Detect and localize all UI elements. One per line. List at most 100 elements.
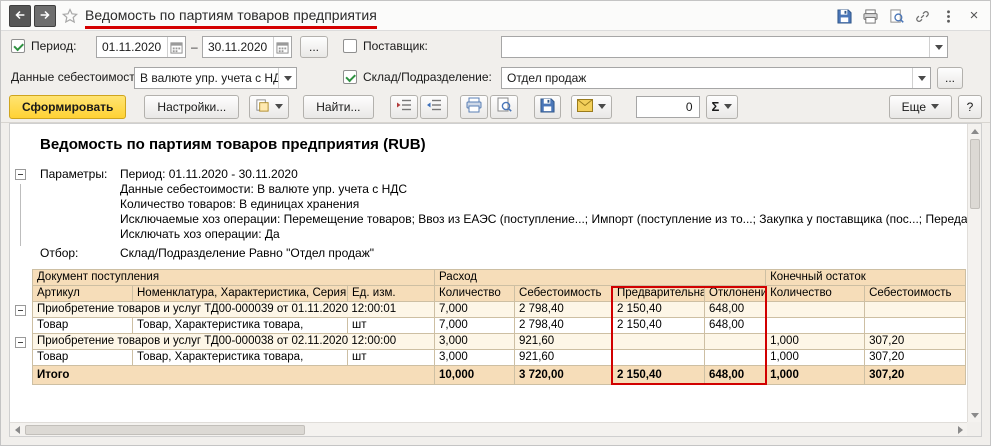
item-row[interactable]: Товар Товар, Характеристика товара, шт 3,00… [32, 349, 967, 366]
cell: 648,00 [704, 365, 767, 385]
chevron-down-icon[interactable] [929, 37, 947, 57]
cell: 1,000 [765, 365, 866, 385]
report-parameters: Параметры: Период: 01.11.2020 - 30.11.20… [40, 167, 967, 261]
warehouse-label: Склад/Подразделение: [363, 70, 492, 84]
cell [864, 317, 967, 334]
group-row[interactable]: Приобретение товаров и услуг ТД00-000038… [31, 333, 967, 350]
report-variants-button[interactable] [249, 94, 290, 119]
print-button[interactable] [459, 94, 488, 119]
back-button[interactable] [9, 5, 31, 27]
cell: 648,00 [704, 317, 767, 334]
cell: Товар [32, 349, 133, 366]
preview-icon[interactable] [888, 8, 904, 24]
settings-button[interactable]: Настройки... [144, 94, 240, 119]
column-header: Артикул [32, 285, 133, 302]
print-icon[interactable] [862, 8, 878, 24]
cell: 921,60 [514, 333, 614, 350]
cell [765, 301, 866, 318]
warehouse-checkbox[interactable]: Склад/Подразделение: [343, 70, 492, 84]
autosum-button[interactable]: Σ [705, 94, 739, 119]
warehouse-more-button[interactable]: ... [937, 67, 963, 89]
cell: 3,000 [434, 333, 516, 350]
cell: шт [346, 349, 436, 366]
scroll-right-arrow[interactable] [953, 423, 967, 437]
floppy-icon [539, 97, 555, 116]
chevron-down-icon[interactable] [278, 68, 296, 88]
save-icon[interactable] [836, 8, 852, 24]
cost-data-label: Данные себестоимости: [11, 70, 145, 84]
cell: Товар, Характеристика товара, [132, 317, 348, 334]
scroll-down-arrow[interactable] [968, 408, 982, 422]
printer-icon [466, 97, 482, 116]
period-more-button[interactable]: ... [300, 36, 328, 58]
close-icon[interactable]: × [966, 8, 982, 24]
collapse-groups-button[interactable] [389, 94, 418, 119]
horizontal-scrollbar [10, 422, 967, 436]
sigma-icon: Σ [711, 99, 720, 114]
parameter-line: Количество товаров: В единицах хранения [120, 197, 360, 211]
link-icon[interactable] [914, 8, 930, 24]
scroll-up-arrow[interactable] [968, 124, 982, 138]
page-title: Ведомость по партиям товаров предприятия [85, 7, 377, 23]
vertical-scroll-thumb[interactable] [970, 139, 980, 209]
period-checkbox[interactable]: Период: [11, 39, 76, 53]
horizontal-scroll-thumb[interactable] [25, 425, 305, 435]
help-button[interactable]: ? [958, 94, 982, 119]
send-email-button[interactable] [570, 94, 612, 119]
cost-data-combobox[interactable]: В валюте упр. учета с НДС [134, 67, 297, 89]
scroll-left-arrow[interactable] [10, 423, 24, 437]
save-report-button[interactable] [533, 94, 561, 119]
more-actions-button[interactable]: Еще [888, 94, 952, 119]
parameter-line: Исключать хоз операции: Да [120, 227, 280, 241]
cell: 648,00 [704, 301, 767, 318]
forward-button[interactable] [34, 5, 56, 27]
envelope-icon [576, 98, 593, 115]
period-to-input[interactable]: 30.11.2020 [202, 36, 292, 58]
more-menu-icon[interactable] [940, 8, 956, 24]
expand-groups-button[interactable] [419, 94, 448, 119]
calendar-icon[interactable] [273, 37, 291, 57]
cell: 2 150,40 [612, 365, 706, 385]
favorite-star-icon[interactable] [61, 8, 79, 24]
cell [704, 333, 767, 350]
supplier-combobox[interactable] [501, 36, 948, 58]
total-row[interactable]: Итого 10,000 3 720,00 2 150,40 648,00 1,000 30… [31, 365, 967, 385]
period-label: Период: [31, 39, 77, 53]
cell: шт [346, 317, 436, 334]
cell [612, 349, 706, 366]
period-from-input[interactable]: 01.11.2020 [96, 36, 186, 58]
chevron-down-icon[interactable] [912, 68, 930, 88]
cell: 7,000 [434, 301, 516, 318]
cell [864, 301, 967, 318]
calendar-icon[interactable] [167, 37, 185, 57]
print-preview-button[interactable] [489, 94, 518, 119]
column-header: Предварительная [612, 285, 706, 302]
autosum-value-field[interactable]: 0 [635, 95, 700, 118]
vertical-scrollbar [967, 124, 981, 422]
parameter-line: Исключаемые хоз операции: Перемещение то… [120, 212, 967, 226]
cell: 2 150,40 [612, 317, 706, 334]
group-row[interactable]: Приобретение товаров и услуг ТД00-000039… [31, 301, 967, 318]
generate-button[interactable]: Сформировать [9, 94, 127, 119]
warehouse-combobox[interactable]: Отдел продаж [501, 67, 931, 89]
column-header: Отклонение [704, 285, 767, 302]
cell: 307,20 [864, 349, 967, 366]
cell: 307,20 [864, 365, 967, 385]
find-button[interactable]: Найти... [303, 94, 374, 119]
collapse-toggle-icon[interactable] [15, 169, 26, 180]
more-actions-label: Еще [901, 99, 926, 114]
collapse-toggle-icon[interactable] [15, 337, 26, 348]
cell: Приобретение товаров и услуг ТД00-000038… [31, 333, 436, 350]
cell: 7,000 [434, 317, 516, 334]
cell: 1,000 [765, 333, 866, 350]
column-group-header: Конечный остаток [765, 269, 967, 286]
caret-down-icon [275, 104, 284, 109]
cell: 10,000 [434, 365, 516, 385]
collapse-toggle-icon[interactable] [15, 305, 26, 316]
report-title: Ведомость по партиям товаров предприятия… [40, 136, 426, 153]
supplier-label: Поставщик: [363, 39, 428, 53]
supplier-checkbox[interactable]: Поставщик: [343, 39, 428, 53]
cell: 2 150,40 [612, 301, 706, 318]
cell [765, 317, 866, 334]
item-row[interactable]: Товар Товар, Характеристика товара, шт 7,00… [32, 317, 967, 334]
